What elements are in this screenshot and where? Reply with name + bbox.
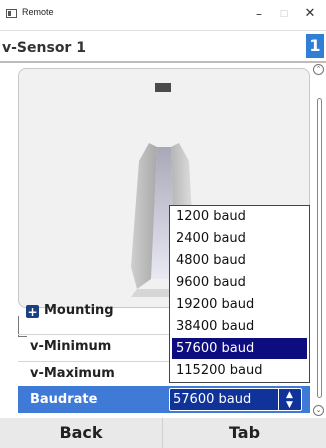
select-updown-icon[interactable]: ▲ ▼ — [278, 389, 300, 410]
minimize-button[interactable]: – — [247, 4, 271, 24]
sensor-title: v-Sensor 1 — [2, 40, 86, 56]
window-titlebar: Remote – □ ✕ — [0, 0, 326, 31]
mounting-group-label[interactable]: Mounting — [44, 303, 114, 318]
dropdown-option[interactable]: 4800 baud — [172, 250, 307, 271]
back-button[interactable]: Back — [0, 418, 163, 448]
maximize-button[interactable]: □ — [272, 4, 296, 24]
baudrate-select-value: 57600 baud — [173, 392, 252, 407]
window-title: Remote — [22, 7, 54, 17]
dropdown-option[interactable]: 2400 baud — [172, 228, 307, 249]
scroll-down-icon[interactable]: ⌄ — [313, 405, 324, 416]
baudrate-label: Baudrate — [30, 392, 98, 407]
dropdown-option[interactable]: 1200 baud — [172, 206, 307, 227]
baudrate-select[interactable]: 57600 baud ▲ ▼ — [169, 388, 302, 411]
sensor-head-icon — [155, 83, 171, 92]
footer-bar: Back Tab — [0, 418, 326, 448]
page-number-badge: 1 — [306, 34, 324, 58]
scroll-thumb[interactable] — [317, 98, 322, 398]
tab-button[interactable]: Tab — [163, 418, 326, 448]
vertical-scrollbar[interactable]: ⌃ ⌄ — [313, 64, 324, 416]
param-row-baudrate[interactable]: Baudrate 57600 baud ▲ ▼ — [18, 386, 310, 413]
close-button[interactable]: ✕ — [298, 4, 322, 24]
dropdown-option-selected[interactable]: 57600 baud — [172, 338, 307, 359]
baudrate-dropdown-list[interactable]: 1200 baud 2400 baud 4800 baud 9600 baud … — [169, 205, 310, 383]
expand-plus-icon[interactable]: + — [26, 305, 39, 318]
dropdown-option[interactable]: 19200 baud — [172, 294, 307, 315]
scroll-up-icon[interactable]: ⌃ — [313, 64, 324, 75]
sensor-header: v-Sensor 1 1 — [0, 31, 326, 63]
dropdown-option[interactable]: 38400 baud — [172, 316, 307, 337]
dropdown-option[interactable]: 9600 baud — [172, 272, 307, 293]
v-maximum-label: v-Maximum — [30, 366, 115, 381]
v-minimum-label: v-Minimum — [30, 339, 112, 354]
app-window-icon — [6, 9, 17, 18]
dropdown-option[interactable]: 115200 baud — [172, 360, 307, 381]
